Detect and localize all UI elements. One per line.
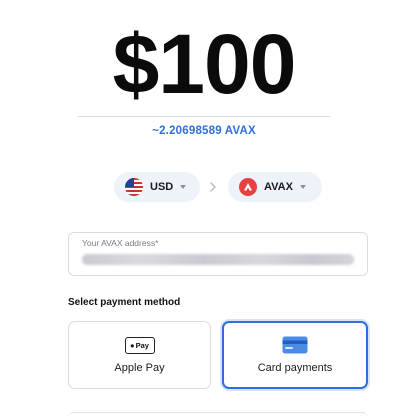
next-section-edge [68,412,368,418]
apple-pay-badge-text: Pay [135,340,149,350]
apple-pay-icon: ● Pay [124,336,155,354]
from-currency-select[interactable]: USD [114,172,200,202]
wallet-address-label: Your AVAX address* [82,238,159,248]
avalanche-logo-icon [239,178,257,196]
to-currency-code: AVAX [264,181,293,193]
currency-selector-row: USD AVAX [0,172,408,202]
card-payments-label: Card payments [257,362,333,374]
apple-pay-label: Apple Pay [114,361,165,374]
chevron-right-icon [210,182,216,192]
converted-amount: ~2.20698589 AVAX [152,125,256,137]
credit-card-icon [282,336,308,354]
wallet-address-field[interactable]: Your AVAX address* [68,232,368,276]
payment-section-title: Select payment method [68,297,181,308]
apple-pay-option[interactable]: ● Pay Apple Pay [68,321,211,389]
chevron-down-icon [180,185,187,189]
to-currency-select[interactable]: AVAX [228,172,322,202]
chevron-down-icon [299,185,306,189]
amount-divider [78,116,330,117]
from-currency-code: USD [150,181,174,193]
card-payments-option[interactable]: Card payments [222,321,368,389]
wallet-address-value-blurred[interactable] [82,254,354,265]
amount-display: $100 [112,17,297,111]
apple-icon: ● [130,340,135,350]
us-flag-icon [125,178,143,196]
